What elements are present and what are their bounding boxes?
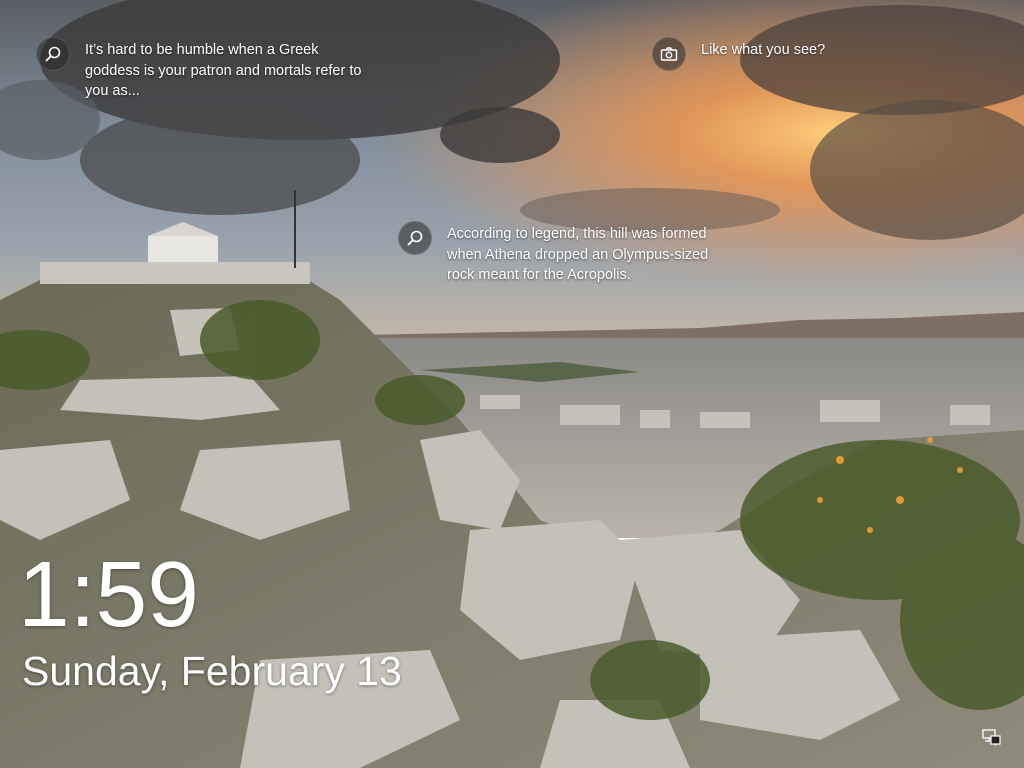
camera-icon[interactable]	[652, 37, 686, 71]
lock-screen-date: Sunday, February 13	[22, 648, 402, 694]
magnifier-icon[interactable]	[36, 37, 70, 71]
hotspot-text: Like what you see?	[701, 42, 826, 58]
hotspot-text: It’s hard to be humble when a Greek godd…	[85, 42, 362, 99]
network-ethernet-icon[interactable]	[982, 728, 1002, 746]
lock-screen-time: 1:59	[18, 542, 200, 646]
spotlight-hotspot-middle[interactable]: According to legend, this hill was forme…	[398, 221, 738, 286]
spotlight-hotspot-top-left[interactable]: It’s hard to be humble when a Greek godd…	[36, 37, 376, 102]
magnifier-icon[interactable]	[398, 221, 432, 255]
hotspot-text: According to legend, this hill was forme…	[447, 226, 709, 283]
spotlight-hotspot-top-right[interactable]: Like what you see?	[652, 37, 872, 71]
